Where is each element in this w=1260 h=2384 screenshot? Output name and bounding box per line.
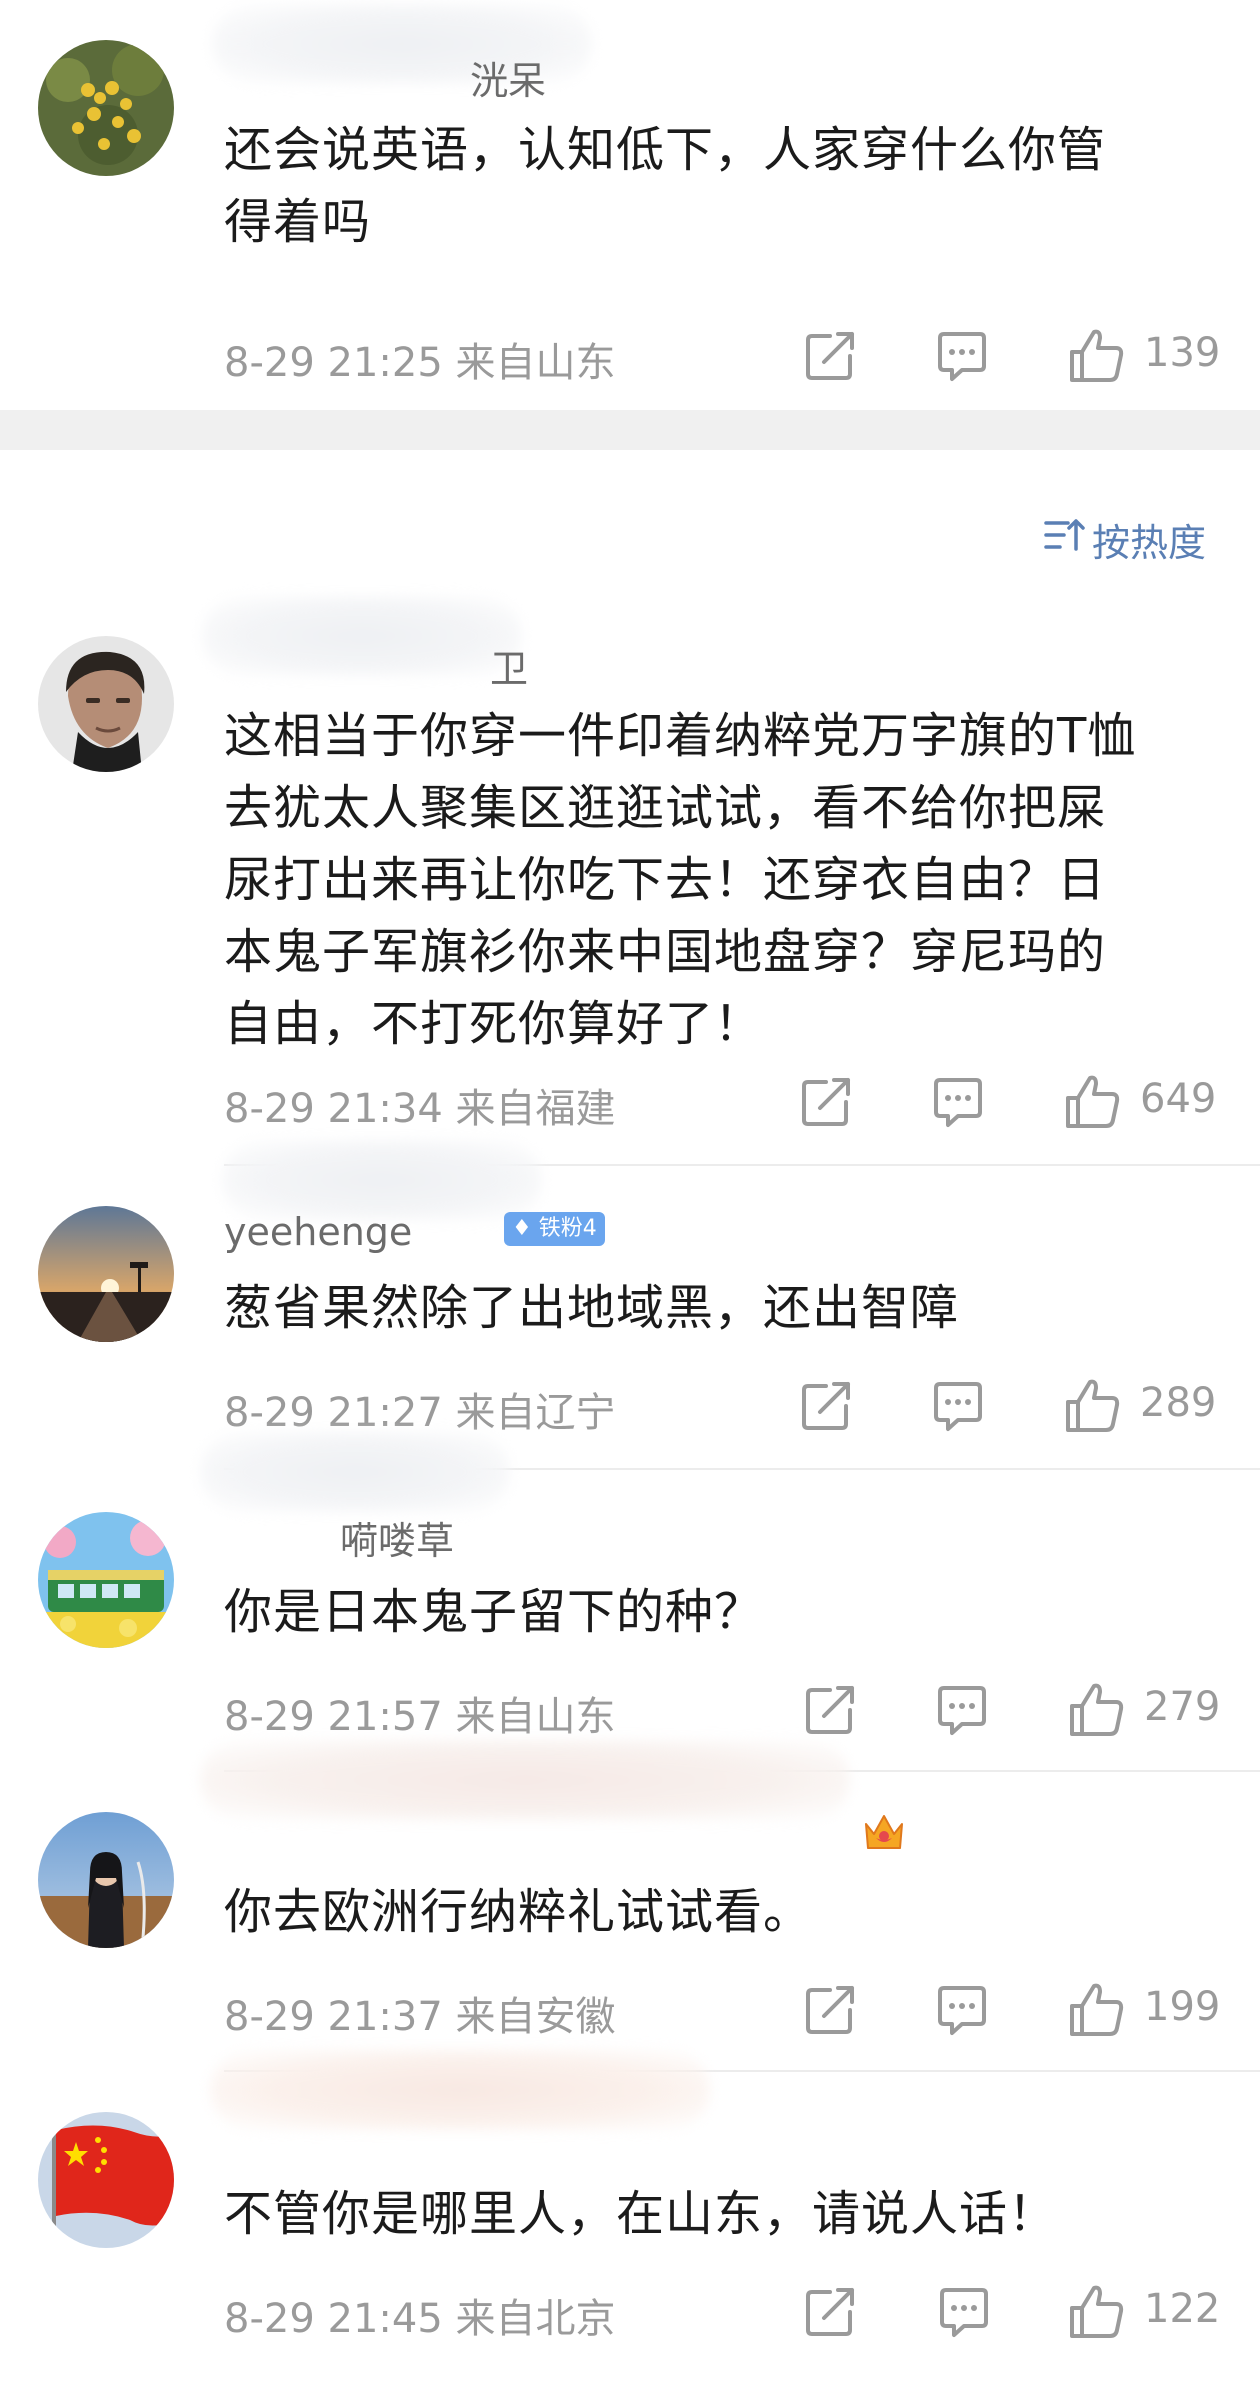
- share-icon[interactable]: [800, 2282, 860, 2342]
- like-icon[interactable]: [1062, 1376, 1122, 1436]
- comment-meta: 8-29 21:57 来自山东: [224, 1684, 616, 1742]
- like-count: 289: [1140, 1380, 1217, 1426]
- girl-field-avatar[interactable]: [38, 1812, 174, 1948]
- like-count: 139: [1144, 330, 1221, 376]
- like-count: 199: [1144, 1984, 1221, 2030]
- share-icon[interactable]: [800, 326, 860, 386]
- comment-text: 这相当于你穿一件印着纳粹党万字旗的T恤 去犹太人聚集区逛逛试试，看不给你把屎 尿…: [224, 708, 1137, 1052]
- comment-location: 来自安徽: [455, 1994, 616, 2040]
- comment-location: 来自福建: [455, 1086, 616, 1132]
- comment-text: 你是日本鬼子留下的种？: [224, 1584, 764, 1640]
- sort-label: 按热度: [1091, 521, 1206, 565]
- comment-time: 8-29 21:27: [224, 1390, 443, 1436]
- like-count: 122: [1144, 2286, 1221, 2332]
- man-portrait-avatar[interactable]: [38, 636, 174, 772]
- section-separator: [0, 410, 1260, 450]
- share-icon[interactable]: [796, 1072, 856, 1132]
- comment-text: 你去欧洲行纳粹礼试试看。: [224, 1884, 813, 1940]
- comment-text: 葱省果然除了出地域黑，还出智障: [224, 1280, 960, 1336]
- username-redaction: [200, 1432, 510, 1512]
- username-redaction: [210, 2050, 710, 2130]
- comment-location: 来自山东: [455, 1694, 616, 1740]
- comment-icon[interactable]: [932, 1680, 992, 1740]
- yellow-flowers-avatar[interactable]: [38, 40, 174, 176]
- comment-meta: 8-29 21:25 来自山东: [224, 330, 616, 388]
- comment-time: 8-29 21:57: [224, 1694, 443, 1740]
- sunset-road-avatar[interactable]: [38, 1206, 174, 1342]
- comment-meta: 8-29 21:37 来自安徽: [224, 1984, 616, 2042]
- username-redaction: [200, 1740, 850, 1820]
- fan-badge[interactable]: ♦ 铁粉4: [504, 1212, 605, 1246]
- comment-icon[interactable]: [934, 2282, 994, 2342]
- share-icon[interactable]: [800, 1680, 860, 1740]
- diamond-icon: ♦: [512, 1216, 532, 1241]
- crown-icon[interactable]: [860, 1808, 908, 1856]
- share-icon[interactable]: [796, 1376, 856, 1436]
- username[interactable]: 卫: [490, 638, 528, 693]
- comment-icon[interactable]: [932, 326, 992, 386]
- green-train-avatar[interactable]: [38, 1512, 174, 1648]
- share-icon[interactable]: [800, 1980, 860, 2040]
- comment-meta: 8-29 21:45 来自北京: [224, 2286, 616, 2344]
- comment-icon[interactable]: [932, 1980, 992, 2040]
- china-flag-avatar[interactable]: [38, 2112, 174, 2248]
- like-icon[interactable]: [1062, 1072, 1122, 1132]
- comment-text: 不管你是哪里人，在山东，请说人话！: [224, 2186, 1058, 2242]
- comment-location: 来自北京: [455, 2296, 616, 2342]
- like-icon[interactable]: [1066, 2282, 1126, 2342]
- username[interactable]: 洸呆: [470, 50, 546, 105]
- like-count: 279: [1144, 1684, 1221, 1730]
- like-icon[interactable]: [1066, 1680, 1126, 1740]
- comment-icon[interactable]: [928, 1072, 988, 1132]
- comment-icon[interactable]: [928, 1376, 988, 1436]
- username-redaction: [222, 1140, 542, 1220]
- comment-time: 8-29 21:34: [224, 1086, 443, 1132]
- username[interactable]: 嗬喽草: [340, 1510, 454, 1565]
- sort-by-heat-button[interactable]: 按热度: [1042, 512, 1206, 567]
- comment-location: 来自山东: [455, 340, 616, 386]
- comment-meta: 8-29 21:27 来自辽宁: [224, 1380, 616, 1438]
- comment-time: 8-29 21:45: [224, 2296, 443, 2342]
- comment-location: 来自辽宁: [455, 1390, 616, 1436]
- comment-text: 还会说英语，认知低下，人家穿什么你管 得着吗: [224, 122, 1107, 250]
- like-count: 649: [1140, 1076, 1217, 1122]
- sort-icon: [1042, 515, 1086, 564]
- username[interactable]: yeehenge: [224, 1210, 412, 1254]
- like-icon[interactable]: [1066, 326, 1126, 386]
- comment-time: 8-29 21:37: [224, 1994, 443, 2040]
- comment-time: 8-29 21:25: [224, 340, 443, 386]
- comment-meta: 8-29 21:34 来自福建: [224, 1076, 616, 1134]
- like-icon[interactable]: [1066, 1980, 1126, 2040]
- username-redaction: [202, 596, 522, 676]
